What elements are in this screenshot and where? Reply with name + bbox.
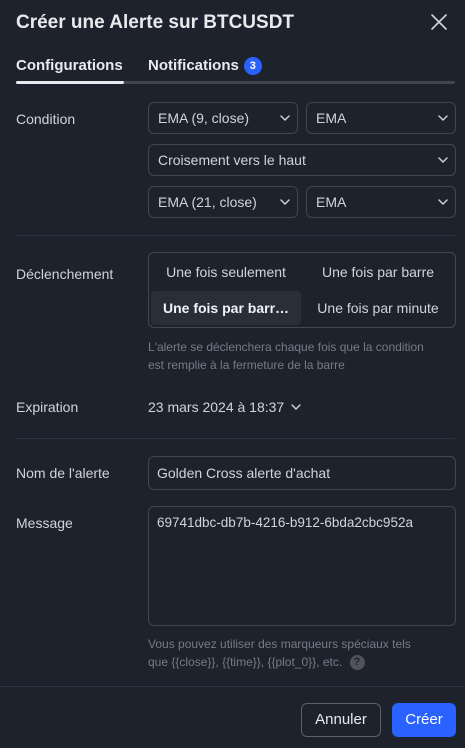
- trigger-options: Une fois seulement Une fois par barre Un…: [148, 252, 456, 328]
- expiration-picker[interactable]: 23 mars 2024 à 18:37: [148, 397, 302, 417]
- dialog-header: Créer une Alerte sur BTCUSDT: [16, 10, 453, 36]
- message-label: Message: [16, 515, 73, 531]
- dialog-title: Créer une Alerte sur BTCUSDT: [16, 12, 295, 33]
- notifications-count-badge: 3: [243, 57, 262, 75]
- message-hint-line-2: que {{close}}, {{time}}, {{plot_0}}, etc…: [148, 653, 365, 671]
- create-button[interactable]: Créer: [392, 703, 456, 737]
- tab-active-indicator: [16, 81, 124, 84]
- message-hint-text: que {{close}}, {{time}}, {{plot_0}}, etc…: [148, 655, 343, 669]
- trigger-once-per-bar[interactable]: Une fois par barre: [303, 255, 453, 289]
- section-divider: [16, 438, 455, 439]
- indicator-1-value: EMA (9, close): [158, 110, 250, 126]
- chevron-down-icon: [290, 401, 302, 413]
- footer-divider: [0, 686, 465, 687]
- tab-bar: Configurations Notifications 3: [16, 56, 455, 84]
- trigger-hint-line-2: est remplie à la fermeture de la barre: [148, 358, 345, 372]
- chevron-down-icon: [437, 154, 449, 166]
- cancel-button[interactable]: Annuler: [301, 703, 381, 737]
- tab-configurations[interactable]: Configurations: [16, 56, 123, 76]
- indicator-2-select[interactable]: EMA (21, close): [148, 186, 298, 218]
- alert-name-input[interactable]: Golden Cross alerte d'achat: [148, 456, 456, 490]
- alert-name-label: Nom de l'alerte: [16, 465, 110, 481]
- condition-label: Condition: [16, 111, 76, 127]
- trigger-once-only[interactable]: Une fois seulement: [151, 255, 301, 289]
- operator-value: Croisement vers le haut: [158, 152, 306, 168]
- chevron-down-icon: [279, 112, 291, 124]
- tab-notifications-label: Notifications: [148, 57, 239, 74]
- message-textarea[interactable]: 69741dbc-db7b-4216-b912-6bda2cbc952a: [148, 506, 456, 626]
- section-divider: [16, 235, 455, 236]
- operator-select[interactable]: Croisement vers le haut: [148, 144, 456, 176]
- indicator-2-value: EMA (21, close): [158, 194, 257, 210]
- help-icon[interactable]: ?: [349, 655, 365, 671]
- source-1-select[interactable]: EMA: [306, 102, 456, 134]
- tab-notifications[interactable]: Notifications 3: [148, 56, 262, 76]
- close-icon[interactable]: [427, 10, 451, 34]
- chevron-down-icon: [279, 196, 291, 208]
- chevron-down-icon: [437, 196, 449, 208]
- message-hint-line-1: Vous pouvez utiliser des marqueurs spéci…: [148, 637, 411, 651]
- source-2-value: EMA: [316, 194, 347, 210]
- chevron-down-icon: [437, 112, 449, 124]
- source-2-select[interactable]: EMA: [306, 186, 456, 218]
- expiration-value: 23 mars 2024 à 18:37: [148, 399, 285, 415]
- trigger-once-per-minute[interactable]: Une fois par minute: [303, 291, 453, 325]
- expiration-label: Expiration: [16, 399, 79, 415]
- trigger-once-per-bar-close[interactable]: Une fois par barr…: [151, 291, 301, 325]
- indicator-1-select[interactable]: EMA (9, close): [148, 102, 298, 134]
- source-1-value: EMA: [316, 110, 347, 126]
- trigger-hint-line-1: L'alerte se déclenchera chaque fois que …: [148, 340, 424, 354]
- trigger-label: Déclenchement: [16, 266, 114, 282]
